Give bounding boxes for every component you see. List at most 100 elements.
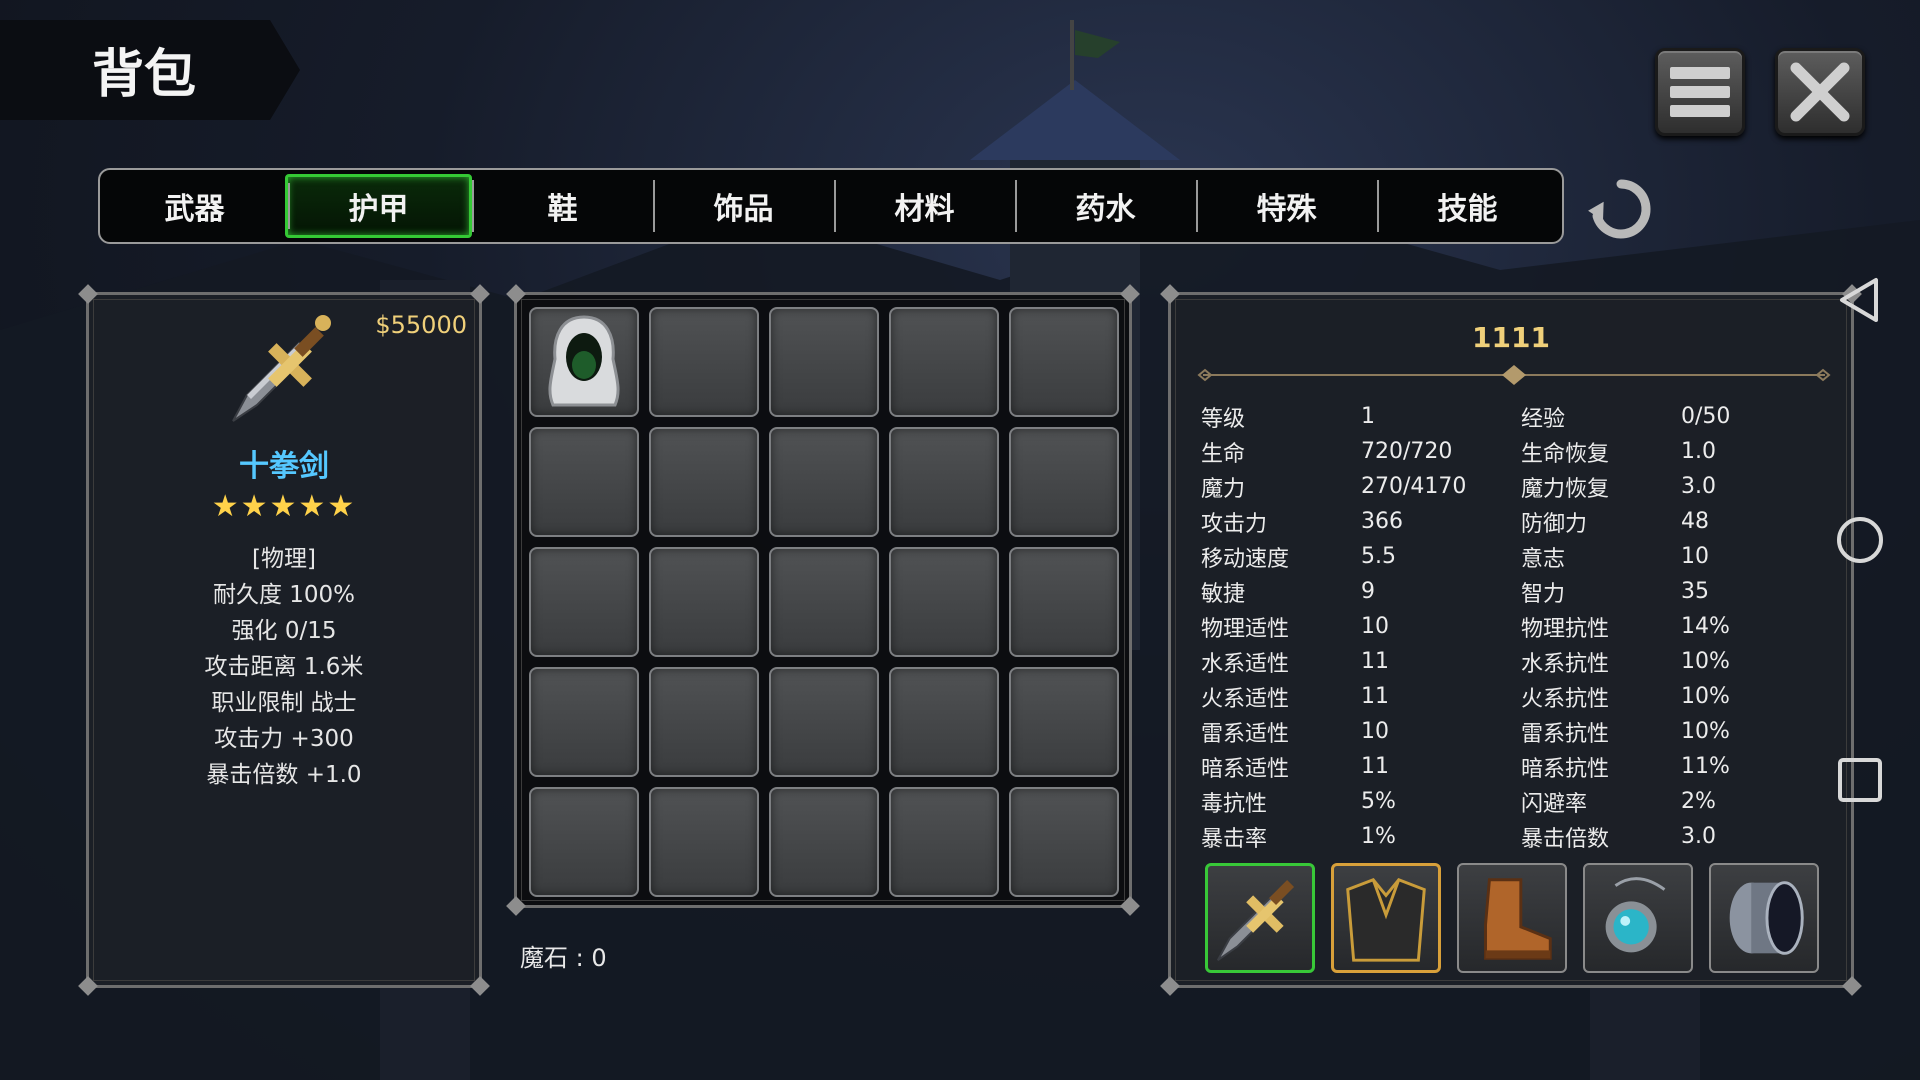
inventory-slot[interactable] <box>1009 427 1119 537</box>
stat-row: 水系适性 11 水系抗性 10% <box>1201 644 1831 679</box>
inventory-slot[interactable] <box>529 307 639 417</box>
stat-label: 水系适性 <box>1201 651 1290 677</box>
inventory-slot[interactable] <box>529 547 639 657</box>
stat-value: 1 <box>1361 404 1375 429</box>
stat-value: 3.0 <box>1681 824 1716 849</box>
stat-value: 10 <box>1681 544 1709 569</box>
item-attack: 攻击力 +300 <box>214 726 354 752</box>
stat-label: 暴击倍数 <box>1521 826 1610 852</box>
ornament-divider <box>1197 365 1831 385</box>
character-panel: 1111 等级 1 经验 0/50 生命 720/720 生命恢复 1.0 魔力 270/4170… <box>1160 284 1862 996</box>
equipment-slot[interactable] <box>1583 863 1693 973</box>
stat-label: 毒抗性 <box>1201 791 1268 817</box>
tab-special[interactable]: 特殊 <box>1196 174 1377 238</box>
inventory-slot[interactable] <box>769 427 879 537</box>
inventory-slot[interactable] <box>1009 667 1119 777</box>
stat-value: 35 <box>1681 579 1709 604</box>
inventory-slot[interactable] <box>649 667 759 777</box>
tab-skill[interactable]: 技能 <box>1377 174 1558 238</box>
inventory-panel <box>506 284 1140 916</box>
inventory-slot[interactable] <box>649 547 759 657</box>
equipment-slot[interactable] <box>1205 863 1315 973</box>
stat-value: 48 <box>1681 509 1709 534</box>
refresh-icon[interactable] <box>1588 176 1654 242</box>
stat-label: 暗系抗性 <box>1521 756 1610 782</box>
inventory-slot[interactable] <box>769 787 879 897</box>
inventory-slot[interactable] <box>649 427 759 537</box>
character-name: 1111 <box>1472 321 1550 354</box>
stat-value: 11 <box>1361 684 1389 709</box>
close-button[interactable] <box>1775 48 1865 136</box>
inventory-slot[interactable] <box>889 427 999 537</box>
stat-value: 14% <box>1681 614 1730 639</box>
inventory-slot[interactable] <box>1009 787 1119 897</box>
inventory-slot[interactable] <box>889 307 999 417</box>
item-type: [物理] <box>252 546 316 572</box>
stat-value: 10% <box>1681 719 1730 744</box>
stat-label: 雷系抗性 <box>1521 721 1610 747</box>
stat-value: 11% <box>1681 754 1730 779</box>
stat-label: 移动速度 <box>1201 546 1290 572</box>
stat-row: 暴击率 1% 暴击倍数 3.0 <box>1201 819 1831 854</box>
stat-row: 暗系适性 11 暗系抗性 11% <box>1201 749 1831 784</box>
stat-value: 10% <box>1681 649 1730 674</box>
stat-value: 10 <box>1361 719 1389 744</box>
stat-label: 水系抗性 <box>1521 651 1610 677</box>
stat-label: 防御力 <box>1521 511 1588 537</box>
menu-button[interactable] <box>1655 48 1745 136</box>
stat-value: 270/4170 <box>1361 474 1467 499</box>
equipment-slot[interactable] <box>1331 863 1441 973</box>
tab-potion[interactable]: 药水 <box>1015 174 1196 238</box>
stat-row: 等级 1 经验 0/50 <box>1201 399 1831 434</box>
inventory-slot[interactable] <box>649 307 759 417</box>
stat-label: 暴击率 <box>1201 826 1268 852</box>
equipment-slot[interactable] <box>1457 863 1567 973</box>
equipment-slot[interactable] <box>1709 863 1819 973</box>
stat-value: 0/50 <box>1681 404 1731 429</box>
tab-accessory[interactable]: 饰品 <box>653 174 834 238</box>
stats-table: 等级 1 经验 0/50 生命 720/720 生命恢复 1.0 魔力 270/4170 魔力恢复 3… <box>1201 399 1831 854</box>
item-detail-panel: $55000 十拳剑 ★★★★★ [物理] 耐久度 100% 强化 0/15 攻… <box>78 284 490 996</box>
tab-material[interactable]: 材料 <box>834 174 1015 238</box>
inventory-slot[interactable] <box>889 547 999 657</box>
tab-armor[interactable]: 护甲 <box>285 174 472 238</box>
boots-icon <box>1484 878 1552 960</box>
stat-label: 暗系适性 <box>1201 756 1290 782</box>
inventory-slot[interactable] <box>1009 307 1119 417</box>
stat-value: 11 <box>1361 649 1389 674</box>
stat-label: 物理抗性 <box>1521 616 1610 642</box>
stat-value: 1.0 <box>1681 439 1716 464</box>
amulet-icon <box>1605 877 1666 953</box>
stat-label: 物理适性 <box>1201 616 1290 642</box>
inventory-slot[interactable] <box>529 787 639 897</box>
stat-row: 魔力 270/4170 魔力恢复 3.0 <box>1201 469 1831 504</box>
sword-icon <box>232 315 331 422</box>
stat-label: 魔力 <box>1201 476 1246 502</box>
stat-row: 火系适性 11 火系抗性 10% <box>1201 679 1831 714</box>
stat-value: 720/720 <box>1361 439 1453 464</box>
stat-label: 智力 <box>1521 581 1566 607</box>
inventory-slot[interactable] <box>649 787 759 897</box>
inventory-slot[interactable] <box>769 667 879 777</box>
inventory-slot[interactable] <box>889 787 999 897</box>
tab-weapon[interactable]: 武器 <box>104 174 285 238</box>
inventory-slot[interactable] <box>769 547 879 657</box>
item-attack-range: 攻击距离 1.6米 <box>204 654 364 680</box>
tab-shoes[interactable]: 鞋 <box>472 174 653 238</box>
inventory-slot[interactable] <box>529 667 639 777</box>
inventory-slot[interactable] <box>1009 547 1119 657</box>
item-class-limit: 职业限制 战士 <box>211 690 357 716</box>
home-nav-icon[interactable] <box>1836 516 1884 564</box>
stat-label: 经验 <box>1521 406 1566 432</box>
stat-label: 生命恢复 <box>1521 441 1610 467</box>
item-name: 十拳剑 <box>239 449 329 484</box>
stat-row: 雷系适性 10 雷系抗性 10% <box>1201 714 1831 749</box>
stat-label: 敏捷 <box>1201 581 1246 607</box>
stat-label: 魔力恢复 <box>1521 476 1610 502</box>
recents-nav-icon[interactable] <box>1836 756 1884 804</box>
inventory-slot[interactable] <box>769 307 879 417</box>
stat-value: 366 <box>1361 509 1403 534</box>
inventory-slot[interactable] <box>529 427 639 537</box>
inventory-slot[interactable] <box>889 667 999 777</box>
back-nav-icon[interactable] <box>1836 276 1884 324</box>
